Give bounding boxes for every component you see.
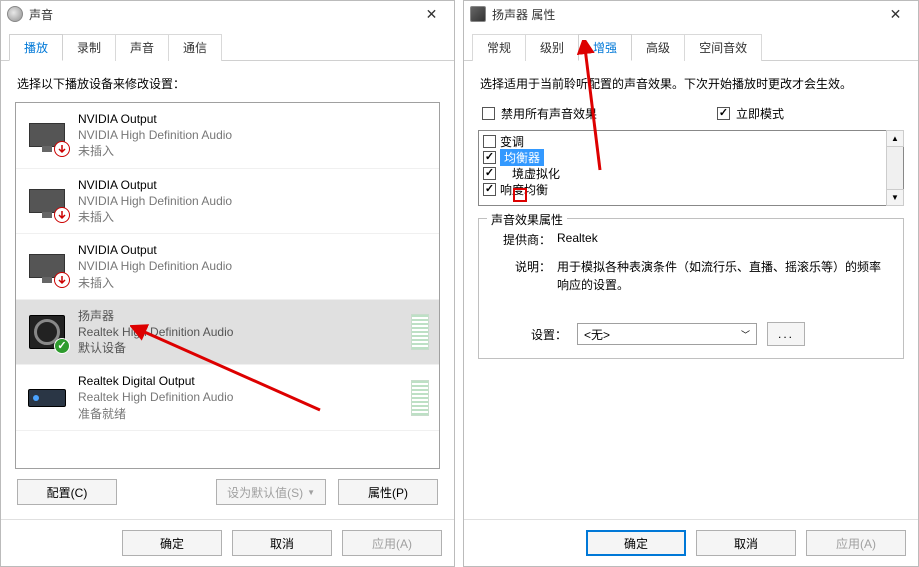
tab-levels[interactable]: 级别 bbox=[525, 34, 579, 61]
checkbox-icon bbox=[482, 107, 495, 120]
effect-label: 均衡器 bbox=[500, 149, 544, 166]
scroll-down-icon[interactable]: ▼ bbox=[886, 189, 904, 206]
effect-label: 变调 bbox=[500, 133, 524, 150]
device-name: NVIDIA Output bbox=[78, 111, 429, 127]
device-text: NVIDIA OutputNVIDIA High Definition Audi… bbox=[78, 177, 429, 226]
provider-value: Realtek bbox=[557, 231, 891, 248]
device-icon bbox=[26, 312, 68, 352]
properties-button[interactable]: 属性(P) bbox=[338, 479, 438, 505]
instruction-text: 选择以下播放设备来修改设置： bbox=[17, 75, 438, 92]
device-text: Realtek Digital OutputRealtek High Defin… bbox=[78, 373, 401, 422]
device-icon bbox=[26, 246, 68, 286]
titlebar: 声音 ✕ bbox=[1, 1, 454, 27]
device-sub: NVIDIA High Definition Audio bbox=[78, 193, 429, 209]
descr-value: 用于模拟各种表演条件（如流行乐、直播、摇滚乐等）的频率响应的设置。 bbox=[557, 258, 891, 294]
device-status: 未插入 bbox=[78, 143, 429, 159]
device-row[interactable]: NVIDIA OutputNVIDIA High Definition Audi… bbox=[16, 234, 439, 300]
chevron-down-icon: ▼ bbox=[307, 488, 315, 497]
check-icon bbox=[54, 338, 70, 354]
device-status: 未插入 bbox=[78, 209, 429, 225]
instant-mode-checkbox[interactable]: 立即模式 bbox=[717, 105, 784, 122]
tabstrip: 常规 级别 增强 高级 空间音效 bbox=[464, 27, 918, 61]
device-text: NVIDIA OutputNVIDIA High Definition Audi… bbox=[78, 242, 429, 291]
effect-row[interactable]: 均衡器 bbox=[481, 149, 884, 165]
cancel-button[interactable]: 取消 bbox=[232, 530, 332, 556]
ok-button[interactable]: 确定 bbox=[122, 530, 222, 556]
titlebar: 扬声器 属性 ✕ bbox=[464, 1, 918, 27]
tab-playback[interactable]: 播放 bbox=[9, 34, 63, 61]
tab-sounds[interactable]: 声音 bbox=[115, 34, 169, 61]
level-meter bbox=[411, 380, 429, 416]
device-status: 未插入 bbox=[78, 275, 429, 291]
device-status: 准备就绪 bbox=[78, 406, 401, 422]
arrow-down-icon bbox=[54, 141, 70, 157]
device-icon bbox=[26, 378, 68, 418]
checkbox-icon bbox=[717, 107, 730, 120]
configure-button[interactable]: 配置(C) bbox=[17, 479, 117, 505]
provider-label: 提供商： bbox=[491, 231, 551, 248]
effect-label: 环境虚拟化 bbox=[500, 165, 560, 182]
device-status: 默认设备 bbox=[78, 340, 401, 356]
window-title: 扬声器 属性 bbox=[492, 6, 555, 23]
arrow-down-icon bbox=[54, 207, 70, 223]
arrow-down-icon bbox=[54, 272, 70, 288]
apply-button: 应用(A) bbox=[806, 530, 906, 556]
checkbox-icon bbox=[483, 151, 496, 164]
ellipsis-icon: ... bbox=[778, 327, 794, 341]
device-name: Realtek Digital Output bbox=[78, 373, 401, 389]
set-default-button[interactable]: 设为默认值(S)▼ bbox=[216, 479, 326, 505]
window-title: 声音 bbox=[29, 6, 53, 23]
settings-combo[interactable]: <无> ﹀ bbox=[577, 323, 757, 345]
device-row[interactable]: NVIDIA OutputNVIDIA High Definition Audi… bbox=[16, 103, 439, 169]
ok-button[interactable]: 确定 bbox=[586, 530, 686, 556]
cancel-button[interactable]: 取消 bbox=[696, 530, 796, 556]
settings-more-button[interactable]: ... bbox=[767, 322, 805, 346]
device-name: 扬声器 bbox=[78, 308, 401, 324]
device-sub: NVIDIA High Definition Audio bbox=[78, 127, 429, 143]
settings-label: 设置： bbox=[531, 326, 567, 343]
tab-enhance[interactable]: 增强 bbox=[578, 34, 632, 61]
level-meter bbox=[411, 314, 429, 350]
device-name: NVIDIA Output bbox=[78, 177, 429, 193]
device-list[interactable]: NVIDIA OutputNVIDIA High Definition Audi… bbox=[15, 102, 440, 469]
tab-advanced[interactable]: 高级 bbox=[631, 34, 685, 61]
tab-spatial[interactable]: 空间音效 bbox=[684, 34, 762, 61]
device-row[interactable]: 扬声器Realtek High Definition Audio默认设备 bbox=[16, 300, 439, 366]
effect-properties-group: 声音效果属性 提供商： Realtek 说明： 用于模拟各种表演条件（如流行乐、… bbox=[478, 218, 904, 359]
group-legend: 声音效果属性 bbox=[487, 211, 567, 228]
device-text: 扬声器Realtek High Definition Audio默认设备 bbox=[78, 308, 401, 357]
sound-icon bbox=[7, 6, 23, 22]
disable-all-checkbox[interactable]: 禁用所有声音效果 bbox=[482, 105, 597, 122]
effect-row[interactable]: 环境虚拟化 bbox=[481, 165, 884, 181]
effect-row[interactable]: 变调 bbox=[481, 133, 884, 149]
device-icon bbox=[26, 181, 68, 221]
speaker-icon bbox=[470, 6, 486, 22]
descr-label: 说明： bbox=[491, 258, 551, 294]
device-sub: NVIDIA High Definition Audio bbox=[78, 258, 429, 274]
scroll-up-icon[interactable]: ▲ bbox=[886, 130, 904, 147]
effect-row[interactable]: 响度均衡 bbox=[481, 181, 884, 197]
scrollbar[interactable]: ▲ ▼ bbox=[886, 131, 903, 205]
tabstrip: 播放 录制 声音 通信 bbox=[1, 27, 454, 61]
tab-general[interactable]: 常规 bbox=[472, 34, 526, 61]
checkbox-icon bbox=[483, 135, 496, 148]
checkbox-icon bbox=[483, 183, 496, 196]
device-sub: Realtek High Definition Audio bbox=[78, 389, 401, 405]
apply-button: 应用(A) bbox=[342, 530, 442, 556]
checkbox-icon bbox=[483, 167, 496, 180]
device-row[interactable]: NVIDIA OutputNVIDIA High Definition Audi… bbox=[16, 169, 439, 235]
device-text: NVIDIA OutputNVIDIA High Definition Audi… bbox=[78, 111, 429, 160]
chevron-down-icon: ﹀ bbox=[741, 328, 750, 341]
tab-record[interactable]: 录制 bbox=[62, 34, 116, 61]
close-icon[interactable]: ✕ bbox=[873, 1, 918, 27]
device-sub: Realtek High Definition Audio bbox=[78, 324, 401, 340]
annotation-marker bbox=[513, 188, 527, 202]
close-icon[interactable]: ✕ bbox=[409, 1, 454, 27]
tab-comm[interactable]: 通信 bbox=[168, 34, 222, 61]
device-row[interactable]: Realtek Digital OutputRealtek High Defin… bbox=[16, 365, 439, 431]
device-icon bbox=[26, 115, 68, 155]
device-name: NVIDIA Output bbox=[78, 242, 429, 258]
instruction-text: 选择适用于当前聆听配置的声音效果。下次开始播放时更改才会生效。 bbox=[480, 75, 902, 93]
effects-list[interactable]: 变调均衡器环境虚拟化响度均衡 ▲ ▼ bbox=[478, 130, 904, 206]
